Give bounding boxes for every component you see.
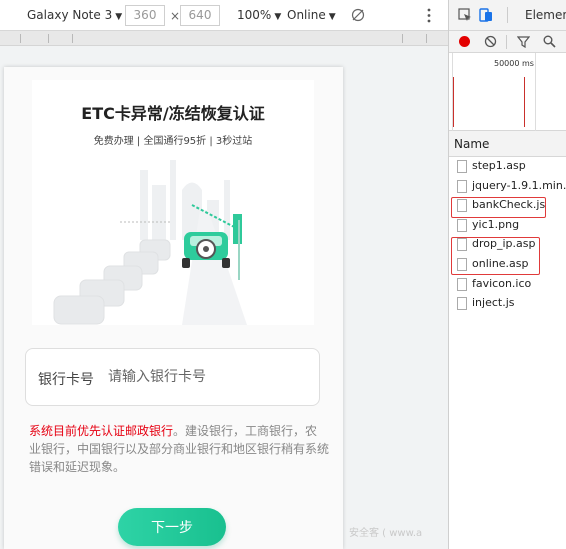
- request-list: step1.asp jquery-1.9.1.min.js bankCheck.…: [449, 157, 566, 314]
- bank-card-input[interactable]: [108, 366, 308, 388]
- watermark: 安全客 ( www.a: [349, 528, 423, 539]
- search-icon[interactable]: [543, 35, 556, 48]
- height-input[interactable]: 640: [180, 5, 220, 26]
- device-toggle-icon[interactable]: [479, 7, 493, 23]
- record-icon[interactable]: [458, 35, 471, 48]
- file-icon: [457, 218, 467, 232]
- highlight-box-drop-online: [451, 237, 540, 275]
- device-select[interactable]: Galaxy Note 3 ▼: [27, 8, 122, 22]
- phishing-page: ETC卡异常/冻结恢复认证 免费办理 | 全国通行95折 | 3秒过站 银行卡号…: [4, 67, 343, 549]
- clear-icon[interactable]: [484, 35, 497, 48]
- chevron-down-icon: ▼: [328, 12, 336, 22]
- file-icon: [457, 179, 467, 193]
- highlight-box-bankcheck: [451, 197, 546, 218]
- next-step-button[interactable]: 下一步: [118, 508, 226, 546]
- network-toolbar: [449, 31, 566, 53]
- device-viewport: ETC卡异常/冻结恢复认证 免费办理 | 全国通行95折 | 3秒过站 银行卡号…: [0, 46, 448, 549]
- banner-title: ETC卡异常/冻结恢复认证: [81, 104, 265, 123]
- width-input[interactable]: 360: [125, 5, 165, 26]
- times-sign: ×: [170, 9, 181, 23]
- request-row[interactable]: inject.js: [449, 294, 566, 314]
- devtools-panel: Elements 50000 ms Name step1.asp jquery-…: [448, 0, 566, 549]
- bank-card-label: 银行卡号: [38, 372, 94, 388]
- banner-subtitle: 免费办理 | 全国通行95折 | 3秒过站: [93, 136, 253, 147]
- request-row[interactable]: jquery-1.9.1.min.js: [449, 177, 566, 197]
- chevron-down-icon: ▼: [115, 12, 123, 22]
- tab-separator: [507, 7, 508, 23]
- network-select[interactable]: Online ▼: [287, 8, 336, 22]
- timeline-marker: [453, 77, 454, 127]
- banner: ETC卡异常/冻结恢复认证 免费办理 | 全国通行95折 | 3秒过站: [32, 80, 314, 325]
- timeline-label: 50000 ms: [494, 59, 534, 68]
- chevron-down-icon: ▼: [274, 12, 282, 22]
- tool-separator: [506, 35, 507, 49]
- timeline-marker: [524, 77, 525, 127]
- file-icon: [457, 297, 467, 311]
- request-row[interactable]: yic1.png: [449, 216, 566, 236]
- devtools-tabbar: Elements: [449, 0, 566, 31]
- notice-highlight: 系统目前优先认证邮政银行: [29, 424, 174, 438]
- inspect-element-icon[interactable]: [458, 8, 472, 22]
- media-query-bar: [0, 31, 448, 46]
- screenshot-root: Galaxy Note 3 ▼ 360 × 640 100% ▼ Online ▼ E…: [0, 0, 566, 549]
- request-row[interactable]: favicon.ico: [449, 275, 566, 295]
- etc-toll-illustration: [53, 160, 247, 325]
- bank-notice: 系统目前优先认证邮政银行。建设银行，工商银行，农业银行，中国银行以及部分商业银行…: [29, 422, 329, 476]
- network-timeline: 50000 ms: [449, 53, 566, 131]
- filter-icon[interactable]: [517, 35, 530, 48]
- column-header-name[interactable]: Name: [449, 131, 566, 157]
- more-options-icon[interactable]: [426, 8, 432, 23]
- tab-elements[interactable]: Elements: [525, 8, 566, 22]
- device-toolbar: Galaxy Note 3 ▼ 360 × 640 100% ▼ Online ▼: [0, 0, 448, 31]
- rotate-icon[interactable]: [351, 8, 365, 22]
- request-row[interactable]: step1.asp: [449, 157, 566, 177]
- file-icon: [457, 277, 467, 291]
- bank-card-field: 银行卡号: [25, 348, 320, 406]
- zoom-select[interactable]: 100% ▼: [237, 8, 281, 22]
- file-icon: [457, 160, 467, 173]
